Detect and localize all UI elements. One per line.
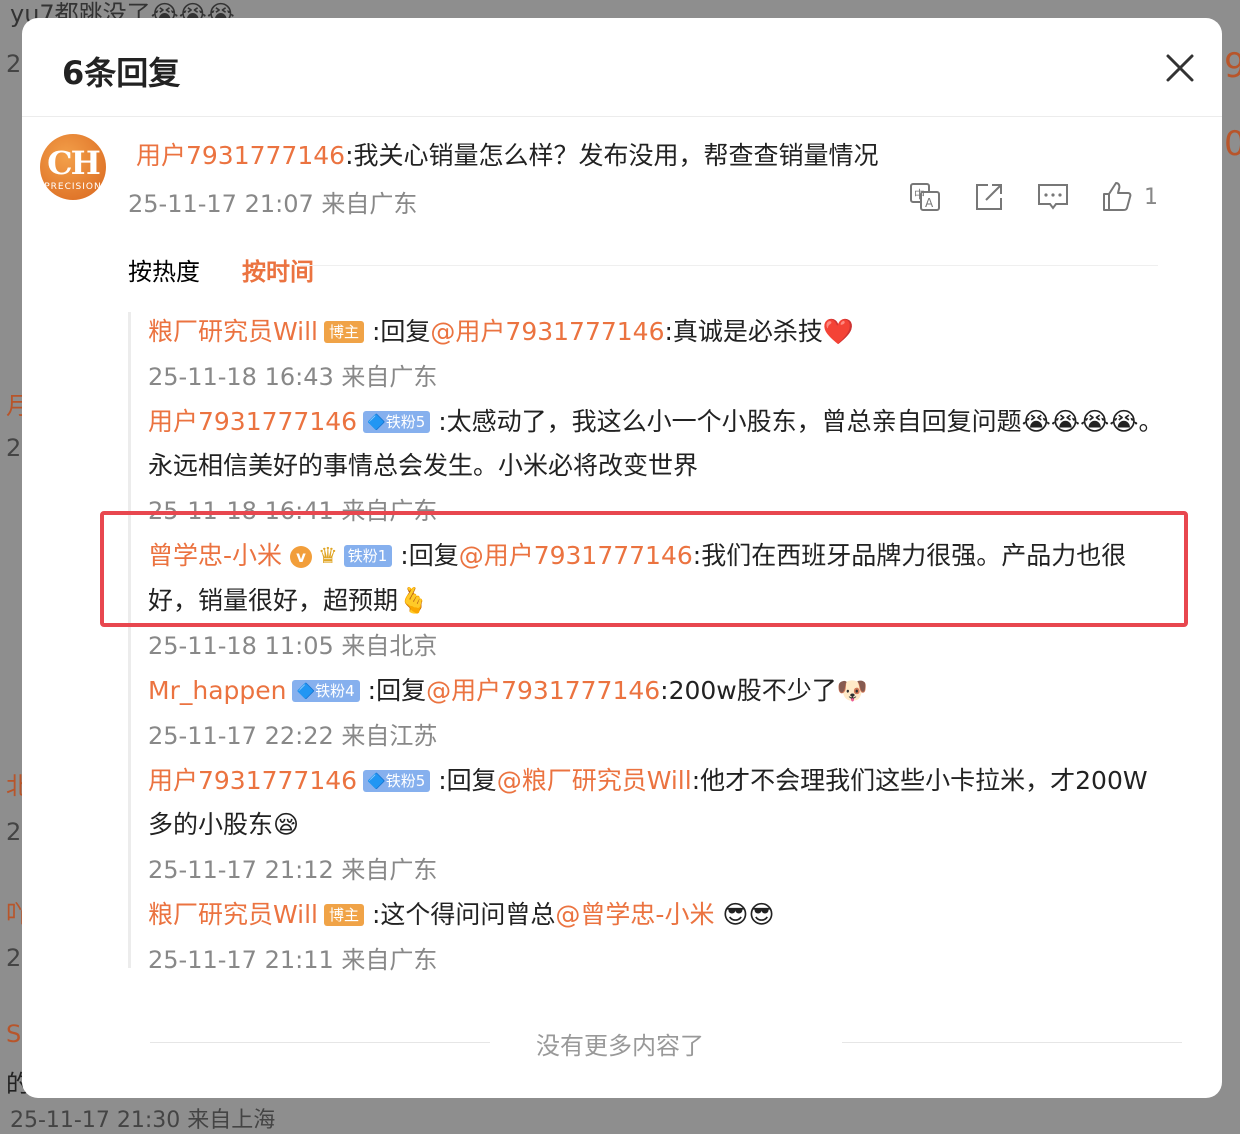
fan-badge: 🔷铁粉5 bbox=[363, 411, 431, 433]
main-comment-text: :我关心销量怎么样？发布没用，帮查查销量情况 bbox=[345, 141, 879, 170]
blogger-badge: 博主 bbox=[324, 904, 365, 926]
tab-sort-by-heat[interactable]: 按热度 bbox=[128, 252, 200, 287]
reply-prefix: :回复 bbox=[367, 676, 427, 705]
avatar-logo-text: CH bbox=[47, 144, 101, 182]
reply-text: :真诚是必杀技❤️ bbox=[664, 317, 855, 346]
main-comment: 用户7931777146:我关心销量怎么样？发布没用，帮查查销量情况 bbox=[136, 136, 879, 172]
modal-header: 6条回复 bbox=[22, 18, 1222, 117]
reply-meta: 25-11-17 22:22 来自江苏 bbox=[148, 722, 438, 750]
background-fragment-left: 月 bbox=[6, 392, 30, 420]
blogger-badge: 博主 bbox=[324, 321, 365, 343]
reply-user[interactable]: 粮厂研究员Will bbox=[148, 900, 318, 929]
background-fragment-left: 吖 bbox=[6, 900, 30, 928]
mention-link[interactable]: @用户7931777146 bbox=[426, 676, 660, 705]
close-icon bbox=[1166, 54, 1194, 82]
reply-user[interactable]: 用户7931777146 bbox=[148, 766, 357, 795]
sort-tabs: 按热度 按时间 bbox=[128, 252, 356, 287]
background-fragment-left: 2 bbox=[6, 434, 22, 462]
reply-user[interactable]: 粮厂研究员Will bbox=[148, 317, 318, 346]
comment-icon[interactable] bbox=[1036, 180, 1070, 214]
reply-item: 粮厂研究员Will 博主 :这个得问问曾总@曾学忠-小米 😎😎 25-11-17 … bbox=[128, 893, 1168, 983]
reply-meta: 25-11-17 21:12 来自广东 bbox=[148, 856, 438, 884]
reply-suffix: 😎😎 bbox=[714, 900, 775, 929]
reply-user[interactable]: 用户7931777146 bbox=[148, 407, 357, 436]
background-fragment-left: 的 bbox=[6, 1070, 30, 1098]
reply-text: :200w股不少了🐶 bbox=[660, 676, 868, 705]
svg-text:A: A bbox=[925, 196, 934, 210]
tab-sort-by-time[interactable]: 按时间 bbox=[242, 252, 314, 287]
reply-text: :这个得问问曾总 bbox=[371, 900, 556, 929]
reply-item: 粮厂研究员Will 博主 :回复@用户7931777146:真诚是必杀技❤️ 25… bbox=[128, 310, 1168, 400]
avatar[interactable]: CH PRECISION bbox=[40, 134, 106, 200]
main-comment-user[interactable]: 用户7931777146 bbox=[136, 141, 345, 170]
background-fragment-left: 2 bbox=[6, 944, 22, 972]
divider bbox=[150, 1042, 490, 1043]
fan-badge: 🔷铁粉5 bbox=[363, 770, 431, 792]
reply-prefix: :回复 bbox=[438, 766, 497, 795]
background-fragment-left: 北 bbox=[6, 772, 30, 800]
avatar-logo-subtext: PRECISION bbox=[44, 182, 102, 192]
mention-link[interactable]: @曾学忠-小米 bbox=[555, 900, 714, 929]
modal-title: 6条回复 bbox=[62, 54, 181, 92]
mention-link[interactable]: @粮厂研究员Will bbox=[497, 766, 692, 795]
divider bbox=[842, 1042, 1182, 1043]
mention-link[interactable]: @用户7931777146 bbox=[430, 317, 664, 346]
close-button[interactable] bbox=[1160, 48, 1200, 88]
no-more-content: 没有更多内容了 bbox=[0, 1026, 1240, 1061]
share-icon[interactable] bbox=[972, 180, 1006, 214]
fan-badge: 🔷铁粉4 bbox=[292, 680, 360, 702]
reply-meta: 25-11-18 11:05 来自北京 bbox=[148, 632, 438, 660]
main-comment-meta: 25-11-17 21:07 来自广东 bbox=[128, 190, 418, 218]
background-fragment-left: 2 bbox=[6, 818, 22, 846]
highlight-box bbox=[100, 511, 1188, 627]
thumbs-up-icon[interactable] bbox=[1100, 180, 1134, 214]
translate-icon[interactable]: 中 A bbox=[908, 180, 942, 214]
background-fragment-right: 0 bbox=[1224, 124, 1240, 164]
comment-actions: 中 A 1 bbox=[908, 180, 1158, 214]
reply-item: Mr_happen 🔷铁粉4 :回复@用户7931777146:200w股不少了🐶… bbox=[128, 669, 1168, 759]
reply-user[interactable]: Mr_happen bbox=[148, 676, 286, 705]
reply-prefix: :回复 bbox=[371, 317, 431, 346]
reply-item: 用户7931777146 🔷铁粉5 :回复@粮厂研究员Will:他才不会理我们这些… bbox=[128, 759, 1168, 893]
divider bbox=[300, 265, 1158, 266]
reply-meta: 25-11-17 21:11 来自广东 bbox=[148, 946, 438, 974]
background-fragment-bottom: 25-11-17 21:30 来自上海 bbox=[10, 1108, 276, 1133]
svg-text:中: 中 bbox=[914, 188, 925, 201]
background-fragment-left: 2 bbox=[6, 50, 22, 78]
reply-meta: 25-11-18 16:43 来自广东 bbox=[148, 363, 438, 391]
like-count: 1 bbox=[1144, 184, 1158, 210]
background-fragment-right: 9 bbox=[1224, 46, 1240, 86]
reply-thread: 粮厂研究员Will 博主 :回复@用户7931777146:真诚是必杀技❤️ 25… bbox=[128, 310, 1168, 983]
no-more-text: 没有更多内容了 bbox=[536, 1032, 704, 1060]
